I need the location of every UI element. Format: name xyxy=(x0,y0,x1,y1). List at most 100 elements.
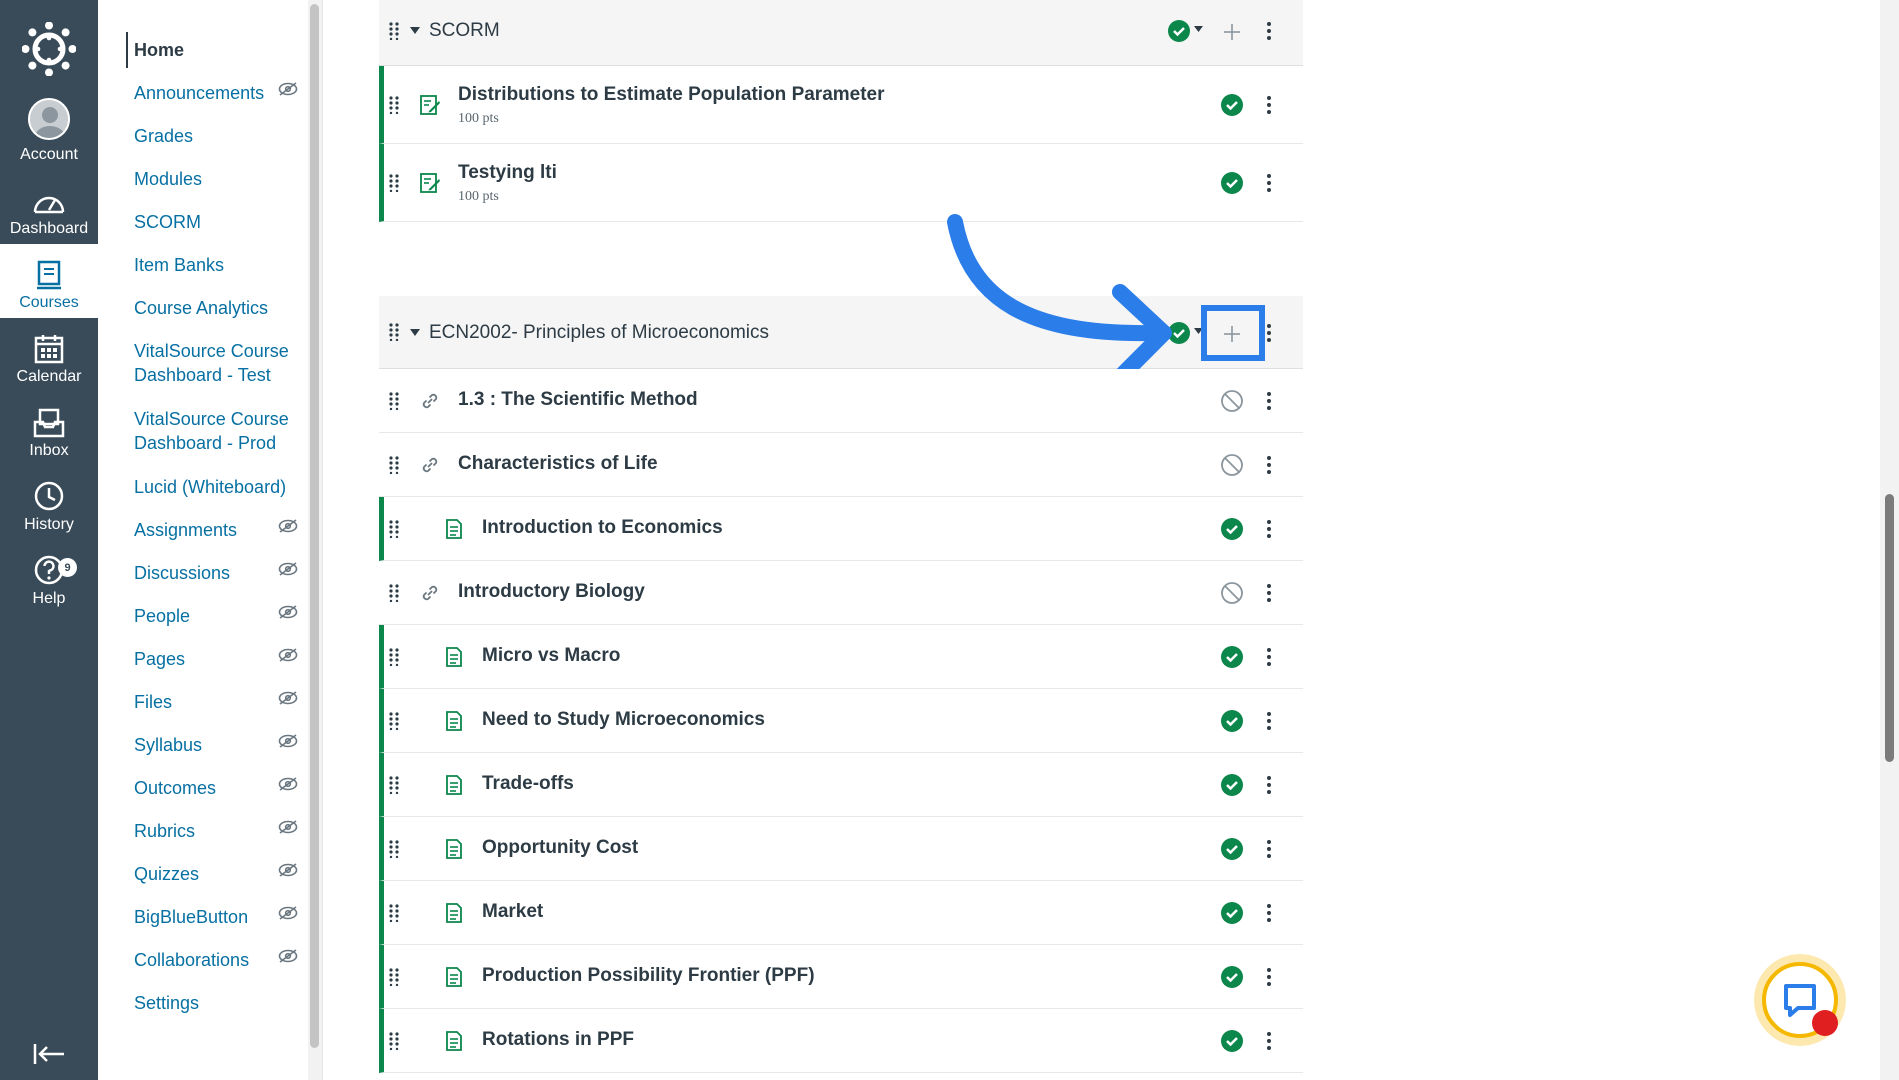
course-nav-scroll-thumb[interactable] xyxy=(310,4,319,1048)
item-options-icon[interactable] xyxy=(1266,1031,1272,1051)
nav-inbox[interactable]: Inbox xyxy=(0,392,98,466)
module-item[interactable]: Need to Study Microeconomics xyxy=(379,689,1303,753)
module-item[interactable]: Micro vs Macro xyxy=(379,625,1303,689)
drag-handle-icon[interactable] xyxy=(389,323,399,341)
collapse-nav-icon[interactable] xyxy=(32,1040,66,1068)
item-options-icon[interactable] xyxy=(1266,173,1272,193)
hidden-eye-icon xyxy=(278,906,298,920)
canvas-logo-icon[interactable] xyxy=(22,22,76,76)
published-check-icon[interactable] xyxy=(1220,1029,1244,1053)
module-item[interactable]: Rotations in PPF xyxy=(379,1009,1303,1073)
item-options-icon[interactable] xyxy=(1266,903,1272,923)
item-options-icon[interactable] xyxy=(1266,95,1272,115)
published-check-icon[interactable] xyxy=(1220,171,1244,195)
drag-handle-icon[interactable] xyxy=(389,776,399,794)
course-nav-grades[interactable]: Grades xyxy=(134,124,304,148)
drag-handle-icon[interactable] xyxy=(389,392,399,410)
published-check-icon[interactable] xyxy=(1220,901,1244,925)
nav-history[interactable]: History xyxy=(0,466,98,540)
item-title[interactable]: Testying lti xyxy=(458,162,557,184)
item-options-icon[interactable] xyxy=(1266,647,1272,667)
published-check-icon[interactable] xyxy=(1220,773,1244,797)
module-item[interactable]: Trade-offs xyxy=(379,753,1303,817)
collapse-triangle-icon[interactable] xyxy=(410,27,420,35)
course-nav-vitalsource-prod[interactable]: VitalSource Course Dashboard - Prod xyxy=(134,407,304,455)
nav-dashboard[interactable]: Dashboard xyxy=(0,170,98,244)
drag-handle-icon[interactable] xyxy=(389,1032,399,1050)
course-nav-scorm[interactable]: SCORM xyxy=(134,210,304,234)
item-options-icon[interactable] xyxy=(1266,839,1272,859)
add-item-icon[interactable] xyxy=(1223,325,1241,343)
item-options-icon[interactable] xyxy=(1266,583,1272,603)
course-nav-course-analytics[interactable]: Course Analytics xyxy=(134,296,304,320)
unpublished-icon[interactable] xyxy=(1220,453,1244,477)
collapse-triangle-icon[interactable] xyxy=(410,329,420,337)
item-title[interactable]: Introduction to Economics xyxy=(482,517,723,539)
item-options-icon[interactable] xyxy=(1266,775,1272,795)
item-title[interactable]: Market xyxy=(482,901,543,923)
item-title[interactable]: Production Possibility Frontier (PPF) xyxy=(482,965,815,987)
item-title[interactable]: Distributions to Estimate Population Par… xyxy=(458,84,885,106)
drag-handle-icon[interactable] xyxy=(389,520,399,538)
module-item[interactable]: Introduction to Economics xyxy=(379,497,1303,561)
item-options-icon[interactable] xyxy=(1266,967,1272,987)
module-item[interactable]: Production Possibility Frontier (PPF) xyxy=(379,945,1303,1009)
nav-calendar[interactable]: Calendar xyxy=(0,318,98,392)
publish-dropdown-icon[interactable] xyxy=(1194,26,1203,33)
course-nav-modules[interactable]: Modules xyxy=(134,167,304,191)
item-options-icon[interactable] xyxy=(1266,711,1272,731)
courses-icon xyxy=(37,260,61,290)
module-item[interactable]: Distributions to Estimate Population Par… xyxy=(379,66,1303,144)
drag-handle-icon[interactable] xyxy=(389,456,399,474)
published-check-icon[interactable] xyxy=(1220,517,1244,541)
module-item[interactable]: Introductory Biology xyxy=(379,561,1303,625)
module-item[interactable]: Market xyxy=(379,881,1303,945)
published-check-icon[interactable] xyxy=(1220,965,1244,989)
item-title[interactable]: Trade-offs xyxy=(482,773,574,795)
course-nav-settings[interactable]: Settings xyxy=(134,991,304,1015)
nav-courses[interactable]: Courses xyxy=(0,244,98,318)
course-nav-vitalsource-test[interactable]: VitalSource Course Dashboard - Test xyxy=(134,339,304,387)
published-check-icon[interactable] xyxy=(1167,19,1191,43)
published-check-icon[interactable] xyxy=(1220,709,1244,733)
page-scroll-thumb[interactable] xyxy=(1885,494,1894,762)
item-title[interactable]: 1.3 : The Scientific Method xyxy=(458,389,698,411)
module-item[interactable]: Characteristics of Life xyxy=(379,433,1303,497)
item-title[interactable]: Rotations in PPF xyxy=(482,1029,634,1051)
module-item[interactable]: Opportunity Cost xyxy=(379,817,1303,881)
drag-handle-icon[interactable] xyxy=(389,174,399,192)
item-options-icon[interactable] xyxy=(1266,455,1272,475)
drag-handle-icon[interactable] xyxy=(389,22,399,40)
drag-handle-icon[interactable] xyxy=(389,968,399,986)
unpublished-icon[interactable] xyxy=(1220,581,1244,605)
module-item[interactable]: 1.3 : The Scientific Method xyxy=(379,369,1303,433)
item-title[interactable]: Opportunity Cost xyxy=(482,837,638,859)
item-title[interactable]: Introductory Biology xyxy=(458,581,645,603)
item-options-icon[interactable] xyxy=(1266,519,1272,539)
nav-help[interactable]: Help xyxy=(0,540,98,614)
chat-launcher[interactable] xyxy=(1754,954,1846,1046)
item-title[interactable]: Micro vs Macro xyxy=(482,645,620,667)
drag-handle-icon[interactable] xyxy=(389,96,399,114)
drag-handle-icon[interactable] xyxy=(389,584,399,602)
course-nav-home[interactable]: Home xyxy=(126,32,296,68)
drag-handle-icon[interactable] xyxy=(389,904,399,922)
drag-handle-icon[interactable] xyxy=(389,648,399,666)
course-nav-item-banks[interactable]: Item Banks xyxy=(134,253,304,277)
item-title[interactable]: Need to Study Microeconomics xyxy=(482,709,765,731)
published-check-icon[interactable] xyxy=(1220,93,1244,117)
module-header-scorm[interactable]: SCORM xyxy=(379,0,1303,66)
course-nav: Home Announcements Grades Modules SCORM … xyxy=(98,0,304,1080)
course-nav-lucid[interactable]: Lucid (Whiteboard) xyxy=(134,475,304,499)
add-item-icon[interactable] xyxy=(1223,23,1241,41)
drag-handle-icon[interactable] xyxy=(389,840,399,858)
drag-handle-icon[interactable] xyxy=(389,712,399,730)
nav-account[interactable]: Account xyxy=(0,96,98,170)
published-check-icon[interactable] xyxy=(1220,645,1244,669)
module-options-icon[interactable] xyxy=(1266,21,1272,41)
module-options-icon[interactable] xyxy=(1266,323,1272,343)
unpublished-icon[interactable] xyxy=(1220,389,1244,413)
published-check-icon[interactable] xyxy=(1220,837,1244,861)
item-options-icon[interactable] xyxy=(1266,391,1272,411)
item-title[interactable]: Characteristics of Life xyxy=(458,453,658,475)
